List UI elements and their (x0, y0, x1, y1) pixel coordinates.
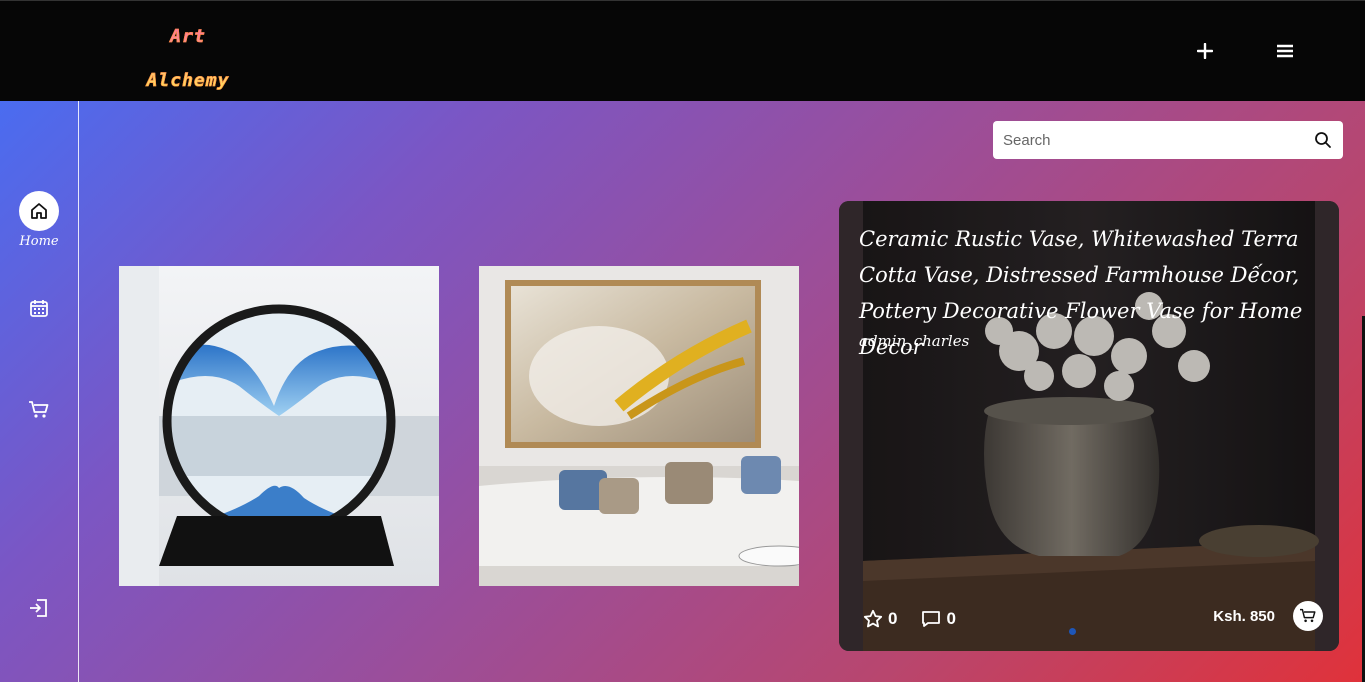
sidebar-item-calendar[interactable] (0, 298, 78, 322)
comments-button[interactable]: 0 (921, 609, 956, 629)
featured-product-card[interactable]: Ceramic Rustic Vase, Whitewashed Terra C… (839, 201, 1339, 651)
brand-line-1: Art (170, 26, 206, 48)
home-icon (19, 191, 59, 231)
sidebar-item-label: Home (19, 234, 59, 249)
comment-count: 0 (946, 609, 956, 628)
product-card-sand-art[interactable] (119, 266, 439, 586)
search-icon[interactable] (1303, 121, 1343, 159)
top-navbar: Art Alchemy (0, 0, 1365, 101)
sidebar-item-cart[interactable] (0, 400, 78, 424)
brand-line-2: Alchemy (146, 70, 230, 92)
product-card-wall-art[interactable] (479, 266, 799, 586)
featured-product-price: Ksh. 850 (1213, 608, 1275, 625)
search-input[interactable] (993, 121, 1303, 159)
add-to-cart-button[interactable] (1293, 601, 1323, 631)
cart-icon (1300, 608, 1316, 623)
carousel-indicator-dot[interactable] (1069, 628, 1076, 635)
star-count: 0 (888, 609, 898, 628)
featured-product-author: admin_charles (859, 332, 970, 350)
hamburger-menu-icon[interactable] (1271, 37, 1299, 65)
abstract-wall-art-living-room-image (479, 266, 799, 586)
sand-art-hourglass-image (119, 266, 439, 586)
search-bar (993, 121, 1343, 159)
star-rating-button[interactable]: 0 (863, 609, 897, 629)
sidebar-item-home[interactable]: Home (0, 191, 78, 249)
brand-logo[interactable]: Art Alchemy (128, 15, 248, 92)
cart-icon (28, 400, 50, 424)
featured-product-stats: 0 0 (863, 609, 980, 629)
sidebar: Home (0, 101, 79, 682)
plus-icon[interactable] (1191, 37, 1219, 65)
star-icon (863, 609, 883, 628)
logout-icon (28, 598, 50, 622)
sidebar-item-logout[interactable] (0, 598, 78, 622)
main-content: Home Search Ceramic Rustic Vase, Whitewa… (0, 101, 1365, 682)
calendar-icon (29, 298, 49, 322)
comment-icon (922, 611, 941, 627)
